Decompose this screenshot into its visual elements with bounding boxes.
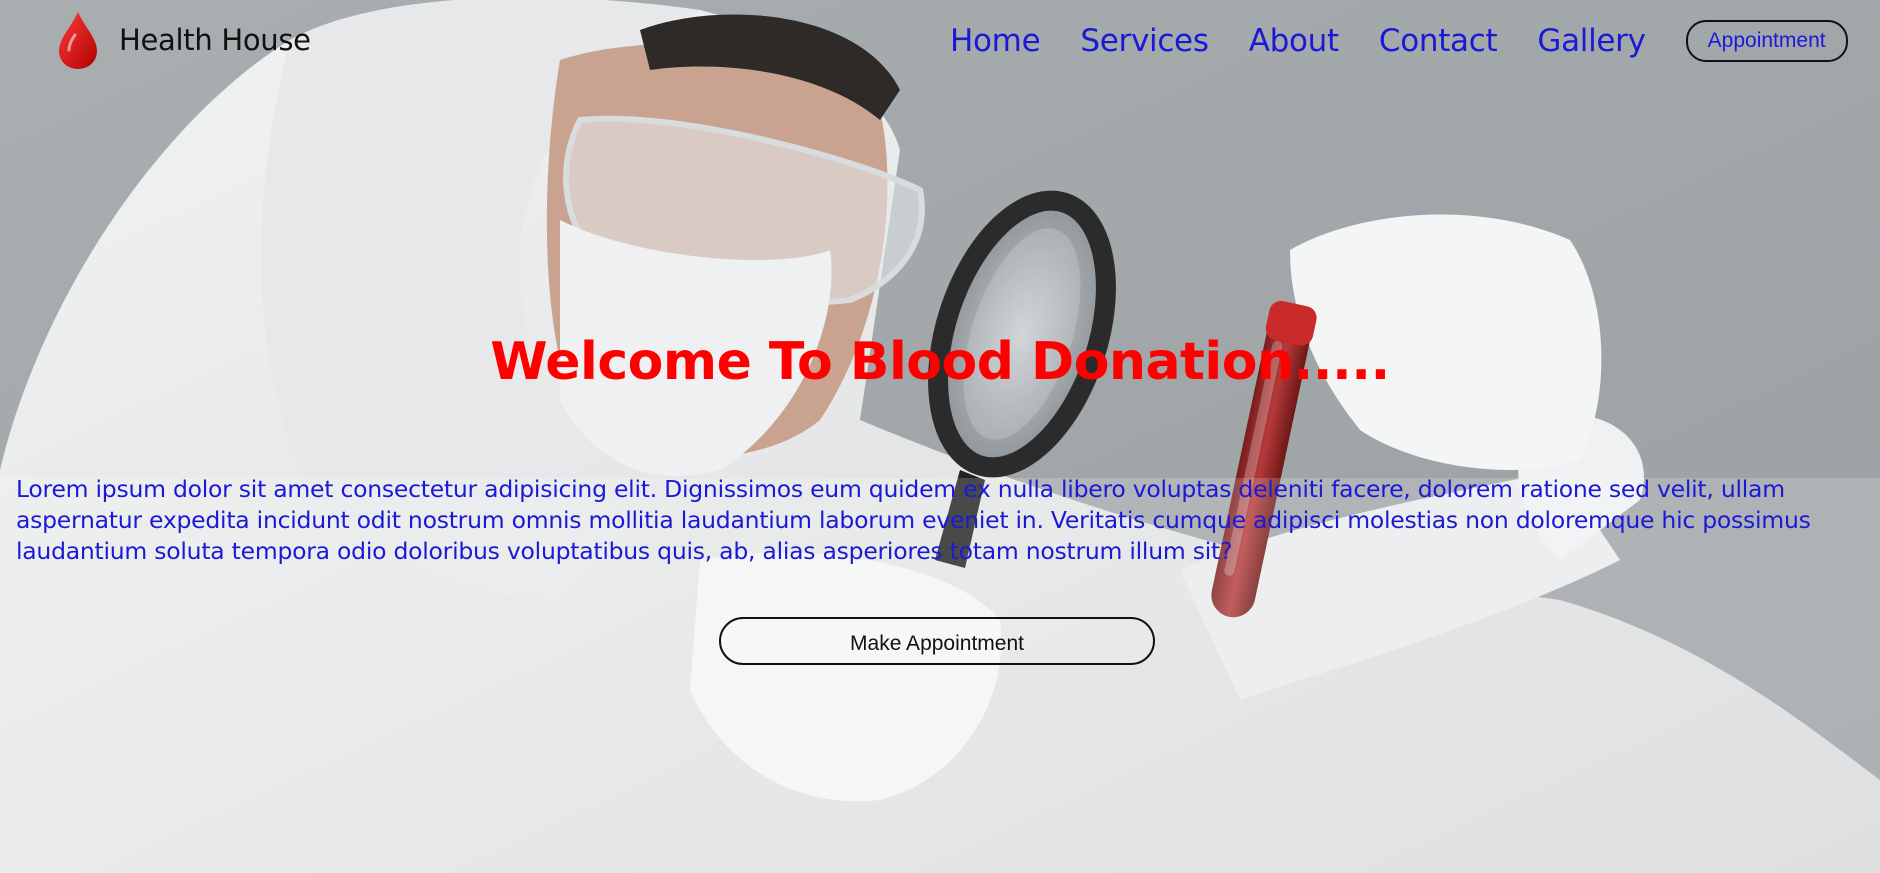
brand-logo[interactable]: Health House [57, 10, 311, 70]
nav-link-services[interactable]: Services [1080, 21, 1209, 61]
nav-link-about[interactable]: About [1249, 21, 1339, 61]
hero-title: Welcome To Blood Donation..... [490, 332, 1390, 392]
brand-name: Health House [119, 23, 311, 57]
nav-link-home[interactable]: Home [950, 21, 1041, 61]
make-appointment-button[interactable]: Make Appointment [719, 617, 1155, 665]
main-nav: Home Services About Contact Gallery Appo… [950, 20, 1848, 62]
nav-link-contact[interactable]: Contact [1379, 21, 1498, 61]
blood-drop-icon [59, 12, 97, 69]
site-header: Health House Home Services About Contact… [0, 0, 1880, 82]
nav-link-gallery[interactable]: Gallery [1537, 21, 1646, 61]
hero-background-image [0, 0, 1880, 873]
appointment-button[interactable]: Appointment [1685, 20, 1848, 62]
hero-description: Lorem ipsum dolor sit amet consectetur a… [16, 475, 1811, 565]
